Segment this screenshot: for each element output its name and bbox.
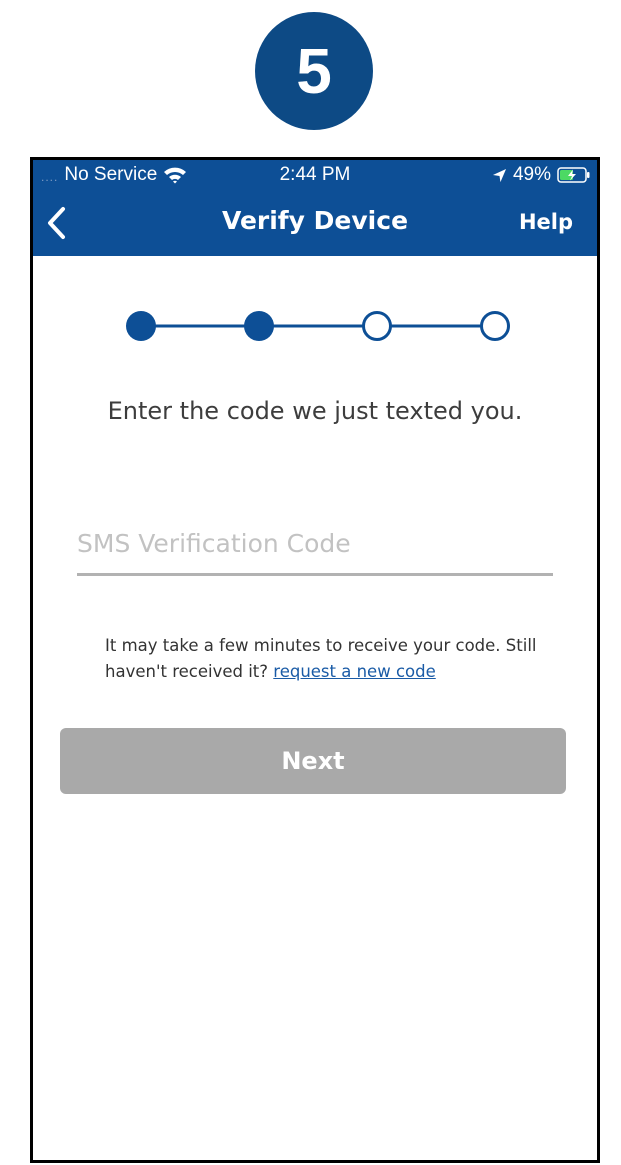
page-title: Verify Device — [221, 206, 409, 235]
step-indicator-3-pending — [362, 311, 392, 341]
step-indicator-4-pending — [480, 311, 510, 341]
step-indicator-2-complete — [244, 311, 274, 341]
progress-stepper — [126, 311, 510, 341]
next-button[interactable]: Next — [60, 728, 566, 794]
instruction-text: Enter the code we just texted you. — [107, 397, 523, 425]
step-number-badge: 5 — [255, 12, 373, 130]
battery-charging-icon — [557, 167, 590, 183]
request-new-code-link[interactable]: request a new code — [273, 662, 435, 681]
navigation-bar: Verify Device Help — [33, 200, 597, 250]
app-header: .... No Service 2:44 PM 49% Verify Devic… — [33, 160, 597, 256]
sms-code-input[interactable] — [77, 520, 553, 576]
help-button[interactable]: Help — [519, 210, 573, 234]
phone-screen: .... No Service 2:44 PM 49% Verify Devic… — [30, 157, 600, 1163]
location-arrow-icon — [492, 168, 507, 182]
battery-percent: 49% — [512, 164, 551, 185]
step-indicator-1-complete — [126, 311, 156, 341]
status-right: 49% — [492, 164, 591, 186]
status-bar: .... No Service 2:44 PM 49% — [33, 160, 597, 190]
helper-text: It may take a few minutes to receive you… — [105, 633, 545, 685]
